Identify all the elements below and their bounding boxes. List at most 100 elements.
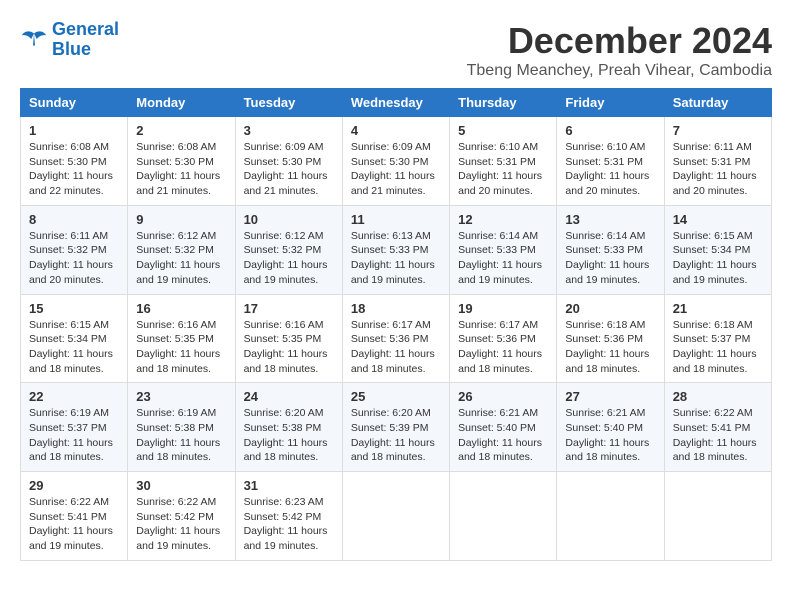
calendar-day-cell: 29 Sunrise: 6:22 AM Sunset: 5:41 PM Dayli… xyxy=(21,472,128,561)
day-info: Sunrise: 6:22 AM Sunset: 5:41 PM Dayligh… xyxy=(29,495,119,554)
day-number: 18 xyxy=(351,301,441,316)
calendar-day-cell: 28Sunrise: 6:22 AM Sunset: 5:41 PM Dayli… xyxy=(664,383,771,472)
calendar-day-cell: 12 Sunrise: 6:14 AM Sunset: 5:33 PM Dayli… xyxy=(450,205,557,294)
calendar-day-cell: 22 Sunrise: 6:19 AM Sunset: 5:37 PM Dayli… xyxy=(21,383,128,472)
day-info: Sunrise: 6:10 AM Sunset: 5:31 PM Dayligh… xyxy=(458,140,548,199)
weekday-header-thursday: Thursday xyxy=(450,89,557,117)
day-number: 8 xyxy=(29,212,119,227)
calendar-day-cell: 24 Sunrise: 6:20 AM Sunset: 5:38 PM Dayli… xyxy=(235,383,342,472)
calendar-day-cell: 30 Sunrise: 6:22 AM Sunset: 5:42 PM Dayli… xyxy=(128,472,235,561)
day-info: Sunrise: 6:13 AM Sunset: 5:33 PM Dayligh… xyxy=(351,229,441,288)
day-number: 30 xyxy=(136,478,226,493)
page-header: General Blue December 2024 Tbeng Meanche… xyxy=(20,20,772,80)
empty-cell xyxy=(342,472,449,561)
day-number: 11 xyxy=(351,212,441,227)
day-info: Sunrise: 6:08 AM Sunset: 5:30 PM Dayligh… xyxy=(29,140,119,199)
calendar-day-cell: 21 Sunrise: 6:18 AM Sunset: 5:37 PM Dayli… xyxy=(664,294,771,383)
empty-cell xyxy=(664,472,771,561)
day-number: 24 xyxy=(244,389,334,404)
weekday-header-tuesday: Tuesday xyxy=(235,89,342,117)
day-info: Sunrise: 6:11 AM Sunset: 5:31 PM Dayligh… xyxy=(673,140,763,199)
empty-cell xyxy=(557,472,664,561)
day-info: Sunrise: 6:21 AM Sunset: 5:40 PM Dayligh… xyxy=(565,406,655,465)
day-number: 5 xyxy=(458,123,548,138)
day-info: Sunrise: 6:19 AM Sunset: 5:38 PM Dayligh… xyxy=(136,406,226,465)
day-number: 29 xyxy=(29,478,119,493)
day-info: Sunrise: 6:19 AM Sunset: 5:37 PM Dayligh… xyxy=(29,406,119,465)
day-number: 31 xyxy=(244,478,334,493)
day-info: Sunrise: 6:10 AM Sunset: 5:31 PM Dayligh… xyxy=(565,140,655,199)
calendar-day-cell: 26Sunrise: 6:21 AM Sunset: 5:40 PM Dayli… xyxy=(450,383,557,472)
calendar-day-cell: 4 Sunrise: 6:09 AM Sunset: 5:30 PM Daylig… xyxy=(342,117,449,206)
calendar-week-row: 1 Sunrise: 6:08 AM Sunset: 5:30 PM Daylig… xyxy=(21,117,772,206)
logo-text: General Blue xyxy=(52,20,119,60)
location-subtitle: Tbeng Meanchey, Preah Vihear, Cambodia xyxy=(467,62,772,80)
calendar-day-cell: 1 Sunrise: 6:08 AM Sunset: 5:30 PM Daylig… xyxy=(21,117,128,206)
calendar-day-cell: 5 Sunrise: 6:10 AM Sunset: 5:31 PM Daylig… xyxy=(450,117,557,206)
day-number: 9 xyxy=(136,212,226,227)
day-number: 1 xyxy=(29,123,119,138)
day-info: Sunrise: 6:12 AM Sunset: 5:32 PM Dayligh… xyxy=(136,229,226,288)
calendar-body: 1 Sunrise: 6:08 AM Sunset: 5:30 PM Daylig… xyxy=(21,117,772,561)
day-info: Sunrise: 6:20 AM Sunset: 5:38 PM Dayligh… xyxy=(244,406,334,465)
calendar-day-cell: 2Sunrise: 6:08 AM Sunset: 5:30 PM Daylig… xyxy=(128,117,235,206)
day-number: 4 xyxy=(351,123,441,138)
calendar-day-cell: 15Sunrise: 6:15 AM Sunset: 5:34 PM Dayli… xyxy=(21,294,128,383)
calendar-day-cell: 13Sunrise: 6:14 AM Sunset: 5:33 PM Dayli… xyxy=(557,205,664,294)
day-info: Sunrise: 6:11 AM Sunset: 5:32 PM Dayligh… xyxy=(29,229,119,288)
calendar-day-cell: 17 Sunrise: 6:16 AM Sunset: 5:35 PM Dayli… xyxy=(235,294,342,383)
empty-cell xyxy=(450,472,557,561)
weekday-header-saturday: Saturday xyxy=(664,89,771,117)
weekday-header-sunday: Sunday xyxy=(21,89,128,117)
calendar-week-row: 22 Sunrise: 6:19 AM Sunset: 5:37 PM Dayli… xyxy=(21,383,772,472)
title-block: December 2024 Tbeng Meanchey, Preah Vihe… xyxy=(467,20,772,80)
day-number: 20 xyxy=(565,301,655,316)
calendar-day-cell: 14 Sunrise: 6:15 AM Sunset: 5:34 PM Dayli… xyxy=(664,205,771,294)
day-number: 23 xyxy=(136,389,226,404)
day-number: 10 xyxy=(244,212,334,227)
day-number: 14 xyxy=(673,212,763,227)
day-info: Sunrise: 6:09 AM Sunset: 5:30 PM Dayligh… xyxy=(351,140,441,199)
day-number: 17 xyxy=(244,301,334,316)
calendar-table: SundayMondayTuesdayWednesdayThursdayFrid… xyxy=(20,88,772,561)
day-info: Sunrise: 6:22 AM Sunset: 5:42 PM Dayligh… xyxy=(136,495,226,554)
calendar-day-cell: 6Sunrise: 6:10 AM Sunset: 5:31 PM Daylig… xyxy=(557,117,664,206)
calendar-day-cell: 25 Sunrise: 6:20 AM Sunset: 5:39 PM Dayli… xyxy=(342,383,449,472)
day-number: 22 xyxy=(29,389,119,404)
calendar-day-cell: 16Sunrise: 6:16 AM Sunset: 5:35 PM Dayli… xyxy=(128,294,235,383)
day-number: 26 xyxy=(458,389,548,404)
day-info: Sunrise: 6:22 AM Sunset: 5:41 PM Dayligh… xyxy=(673,406,763,465)
day-number: 2 xyxy=(136,123,226,138)
calendar-week-row: 29 Sunrise: 6:22 AM Sunset: 5:41 PM Dayli… xyxy=(21,472,772,561)
day-number: 3 xyxy=(244,123,334,138)
day-number: 25 xyxy=(351,389,441,404)
day-info: Sunrise: 6:16 AM Sunset: 5:35 PM Dayligh… xyxy=(244,318,334,377)
day-info: Sunrise: 6:18 AM Sunset: 5:37 PM Dayligh… xyxy=(673,318,763,377)
day-number: 16 xyxy=(136,301,226,316)
calendar-week-row: 8 Sunrise: 6:11 AM Sunset: 5:32 PM Daylig… xyxy=(21,205,772,294)
day-info: Sunrise: 6:15 AM Sunset: 5:34 PM Dayligh… xyxy=(673,229,763,288)
calendar-day-cell: 23 Sunrise: 6:19 AM Sunset: 5:38 PM Dayli… xyxy=(128,383,235,472)
day-info: Sunrise: 6:14 AM Sunset: 5:33 PM Dayligh… xyxy=(458,229,548,288)
day-number: 12 xyxy=(458,212,548,227)
calendar-day-cell: 31Sunrise: 6:23 AM Sunset: 5:42 PM Dayli… xyxy=(235,472,342,561)
calendar-day-cell: 8 Sunrise: 6:11 AM Sunset: 5:32 PM Daylig… xyxy=(21,205,128,294)
calendar-day-cell: 3 Sunrise: 6:09 AM Sunset: 5:30 PM Daylig… xyxy=(235,117,342,206)
day-number: 21 xyxy=(673,301,763,316)
day-number: 7 xyxy=(673,123,763,138)
logo: General Blue xyxy=(20,20,119,60)
day-number: 19 xyxy=(458,301,548,316)
calendar-day-cell: 7 Sunrise: 6:11 AM Sunset: 5:31 PM Daylig… xyxy=(664,117,771,206)
calendar-day-cell: 27 Sunrise: 6:21 AM Sunset: 5:40 PM Dayli… xyxy=(557,383,664,472)
calendar-day-cell: 18Sunrise: 6:17 AM Sunset: 5:36 PM Dayli… xyxy=(342,294,449,383)
month-title: December 2024 xyxy=(467,20,772,62)
calendar-day-cell: 9 Sunrise: 6:12 AM Sunset: 5:32 PM Daylig… xyxy=(128,205,235,294)
weekday-header-row: SundayMondayTuesdayWednesdayThursdayFrid… xyxy=(21,89,772,117)
day-number: 27 xyxy=(565,389,655,404)
day-info: Sunrise: 6:20 AM Sunset: 5:39 PM Dayligh… xyxy=(351,406,441,465)
calendar-week-row: 15Sunrise: 6:15 AM Sunset: 5:34 PM Dayli… xyxy=(21,294,772,383)
day-info: Sunrise: 6:17 AM Sunset: 5:36 PM Dayligh… xyxy=(458,318,548,377)
calendar-day-cell: 20 Sunrise: 6:18 AM Sunset: 5:36 PM Dayli… xyxy=(557,294,664,383)
day-info: Sunrise: 6:09 AM Sunset: 5:30 PM Dayligh… xyxy=(244,140,334,199)
day-info: Sunrise: 6:18 AM Sunset: 5:36 PM Dayligh… xyxy=(565,318,655,377)
